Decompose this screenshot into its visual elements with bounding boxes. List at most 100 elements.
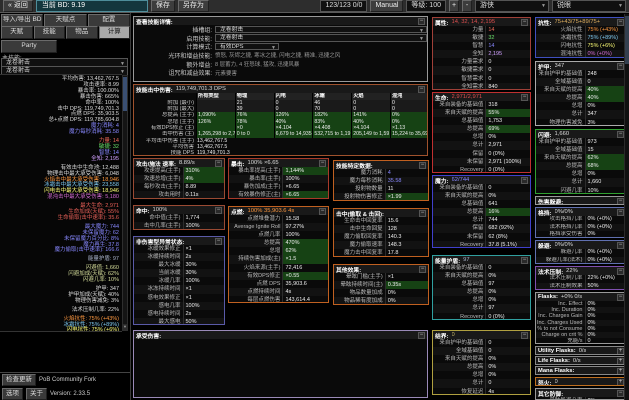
scrollbar-thumb[interactable] xyxy=(123,77,127,111)
other-effects-row: 物品稀有度加成 0% xyxy=(334,297,428,304)
mode-button[interactable]: Manual xyxy=(370,0,404,12)
armour-row: 全域基础值 0 xyxy=(536,78,626,87)
panel-header: 躲避: 0%/0% − xyxy=(536,241,626,250)
attack-rate-row: 每秒攻击(主手) 8.89 xyxy=(134,183,224,192)
row-label: 来自天赋的提高 xyxy=(536,86,586,95)
level-down-button[interactable]: - xyxy=(462,0,472,12)
ward-row: 总提高 0% xyxy=(433,363,530,372)
panel-header: 生命: 2,971/2,971− xyxy=(433,93,530,102)
row-label: 来自装备的基础值 xyxy=(433,101,487,110)
tab-计算[interactable]: 计算 xyxy=(98,26,130,39)
skill-detail-row: 光环和增益技能: 愤怒, 灰烬之捷, 寒冰之捷, 闪电之捷, 精准, 迅捷之风 xyxy=(134,51,427,60)
class-dropdown[interactable]: 游侠 xyxy=(475,0,549,12)
block-row: 攻击格挡几率 0% (+0%) xyxy=(536,216,626,224)
row-label: Average Ignite Roll xyxy=(229,223,284,232)
main-scrollbar-thumb[interactable] xyxy=(625,16,629,64)
back-button[interactable]: « 返回 xyxy=(3,0,33,12)
level-up-button[interactable]: + xyxy=(449,0,459,12)
other-defences-collapse-button[interactable]: − xyxy=(617,389,624,397)
about-button[interactable]: 关于 xyxy=(26,388,47,400)
life-flasks-collapse-button[interactable]: + xyxy=(617,357,624,364)
ascendancy-dropdown[interactable]: 锐眼 xyxy=(552,0,626,12)
crit-collapse-button[interactable]: − xyxy=(319,159,326,167)
crit-row: 暴击率(主手) 100% xyxy=(229,175,328,184)
ailments-collapse-button[interactable]: − xyxy=(215,237,222,245)
panel-damage-taken: 承受伤害: − xyxy=(133,330,428,398)
collapse-button[interactable]: − xyxy=(418,85,425,93)
tab-物品[interactable]: 物品 xyxy=(66,26,98,39)
skill-detail-label: 插槽组: xyxy=(192,27,212,34)
sidebar-scrollbar[interactable]: ▼ xyxy=(122,75,128,331)
mana-collapse-button[interactable]: − xyxy=(521,176,528,184)
ignite-collapse-button[interactable]: − xyxy=(319,207,326,215)
check-update-button[interactable]: 检查更新 xyxy=(2,374,36,386)
tab-天赋[interactable]: 天赋 xyxy=(1,26,33,39)
save-button[interactable]: 保存 xyxy=(150,0,175,12)
resists-collapse-button[interactable]: − xyxy=(617,18,624,26)
evasion-collapse-button[interactable]: − xyxy=(617,130,624,138)
row-value: 37.8 (5.1%) xyxy=(488,241,517,248)
row-value: ×1.99 xyxy=(385,193,428,200)
spell-suppression-collapse-button[interactable]: − xyxy=(617,267,624,275)
topbar: « 返回 当前 BD: 9.19 保存 另存为 123/123 0/0 Manu… xyxy=(0,0,629,13)
row-value: 16% xyxy=(486,208,530,217)
skill-detail-dropdown[interactable]: 龙卷射击 xyxy=(215,34,427,43)
ward-collapse-button[interactable]: − xyxy=(521,331,528,339)
row-label: 总增 xyxy=(433,371,487,380)
fork-name-label: PoB Community Fork xyxy=(39,377,97,383)
tab-技能[interactable]: 技能 xyxy=(33,26,65,39)
accuracy-collapse-button[interactable]: − xyxy=(215,206,222,214)
life-collapse-button[interactable]: − xyxy=(521,93,528,101)
row-value: 0 (0%) xyxy=(488,166,505,173)
ignite-row: Average Ignite Roll 97.27% xyxy=(229,223,328,232)
utility-flasks-collapse-button[interactable]: + xyxy=(617,347,624,354)
row-value: 35,903.6 xyxy=(285,280,307,287)
row-value: 14 xyxy=(488,43,495,50)
armour-collapse-button[interactable]: − xyxy=(617,62,624,70)
skill-detail-dropdown[interactable]: 龙卷射击 xyxy=(215,25,427,34)
damage-taken-collapse-button[interactable]: − xyxy=(418,331,425,339)
rage-collapse-button[interactable]: + xyxy=(617,378,624,385)
row-label: 力量需求 xyxy=(433,58,487,67)
row-value: 100% xyxy=(185,223,200,230)
skill-detail-dropdown[interactable]: 有效DPS xyxy=(215,42,279,51)
row-value: 30% xyxy=(185,270,197,277)
panel-crit: 暴击: 100% ×6.65− 暴击率提高(主手) 1,144% 暴击率(主手) 100%… xyxy=(228,158,329,199)
row-label: 魔力偷取回复率 xyxy=(334,233,386,242)
party-tab[interactable]: Party xyxy=(1,40,57,53)
skill-stats-collapse-button[interactable]: − xyxy=(419,161,426,169)
attributes-row: 敏捷 32 xyxy=(433,34,530,43)
main-scrollbar[interactable] xyxy=(624,14,629,400)
mana-flasks-collapse-button[interactable]: + xyxy=(617,367,624,374)
attack-rate-collapse-button[interactable]: − xyxy=(215,159,222,167)
scroll-down-arrow-icon[interactable]: ▼ xyxy=(123,324,127,330)
build-name-field[interactable]: 当前 BD: 9.19 xyxy=(35,0,148,12)
flasks-collapse-button[interactable]: − xyxy=(617,293,624,301)
collapse-button[interactable]: − xyxy=(418,17,425,25)
save-as-button[interactable]: 另存为 xyxy=(177,0,209,12)
leech-collapse-button[interactable]: − xyxy=(419,209,426,217)
options-button[interactable]: 选项 xyxy=(2,388,23,400)
row-label: 生命击中回复率 xyxy=(334,217,386,226)
accuracy-value: 100% xyxy=(152,207,168,213)
energy-shield-collapse-button[interactable]: − xyxy=(521,256,528,264)
row-label: 点燃 DPS xyxy=(229,279,284,288)
dodge-collapse-button[interactable]: − xyxy=(617,241,624,249)
other-effects-collapse-button[interactable]: − xyxy=(419,265,426,273)
row-value: 1,753 xyxy=(488,118,503,125)
hit-table-cell: 205,149 to 1,59 xyxy=(351,131,390,138)
row-value: 143,614.4 xyxy=(285,296,310,303)
row-label: 总计 xyxy=(433,379,487,388)
panel-header: Life Flasks: 0/s + xyxy=(536,357,626,364)
panel-header: 承受伤害: − xyxy=(134,331,427,340)
attributes-collapse-button[interactable]: − xyxy=(521,18,528,26)
block-collapse-button[interactable]: − xyxy=(617,208,624,216)
row-value: 22% (+0%) xyxy=(587,275,615,281)
row-label: 全域基础值 xyxy=(433,347,487,356)
resists-row: 闪电抗性 75% (+6%) xyxy=(536,42,626,51)
attributes-value: 14, 32, 14, 2,195 xyxy=(451,19,496,25)
row-value: 0% xyxy=(387,290,396,297)
row-label: 敏捷需求 xyxy=(433,66,487,75)
damage-avoidance-collapse-button[interactable]: − xyxy=(617,197,624,204)
row-value: 248 xyxy=(587,71,597,77)
